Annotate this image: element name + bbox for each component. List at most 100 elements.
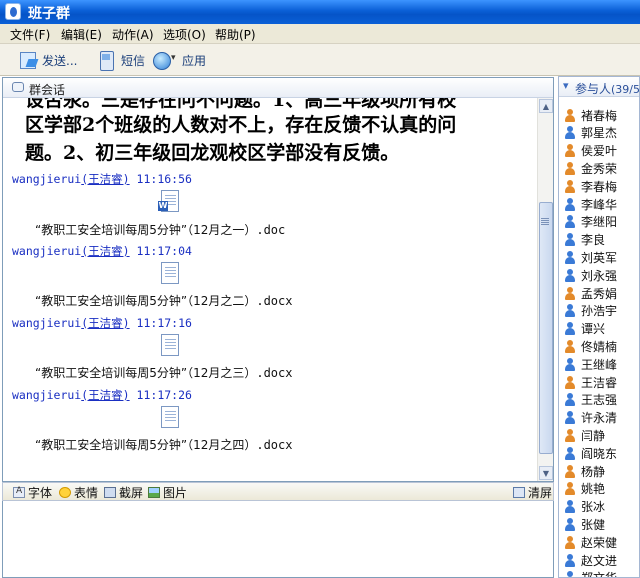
participant-item[interactable]: 刘永强 <box>565 266 617 284</box>
participants-header[interactable]: ▾ 参与人(39/5 <box>559 77 639 97</box>
title-bar: 班子群 <box>0 0 640 24</box>
scroll-down-arrow-icon[interactable]: ▼ <box>539 466 553 480</box>
screenshot-icon <box>104 486 116 498</box>
word-file-icon[interactable]: W <box>158 190 182 214</box>
font-button[interactable]: 字体 <box>13 484 52 500</box>
participant-item[interactable]: 谭兴 <box>565 320 605 338</box>
participant-item[interactable]: 孙浩宇 <box>565 302 617 320</box>
participant-name: 谭兴 <box>581 322 606 337</box>
participant-item[interactable]: 李春梅 <box>565 177 617 195</box>
app-button[interactable]: 应用 <box>152 48 206 72</box>
message-time: 11:17:04 <box>136 244 192 258</box>
collapse-caret-icon[interactable]: ▾ <box>563 79 569 92</box>
participant-item[interactable]: 王继峰 <box>565 355 617 373</box>
participant-item[interactable]: 李良 <box>565 231 605 249</box>
screenshot-button[interactable]: 截屏 <box>104 484 143 500</box>
menu-file[interactable]: 文件(F) <box>7 26 53 43</box>
sender-name-link[interactable]: (王洁睿) <box>81 172 129 186</box>
sender-name-link[interactable]: (王洁睿) <box>81 244 129 258</box>
participant-name: 王志强 <box>581 393 618 408</box>
message-history[interactable]: 设否汞。三是存在问不问题。1、高三年级项所有校 区学部2个班级的人数对不上，存在… <box>3 98 538 481</box>
emoji-button[interactable]: 表情 <box>59 484 98 500</box>
message-text-line: 题。2、初三年级回龙观校区学部没有反馈。 <box>25 142 400 164</box>
participant-item[interactable]: 王洁睿 <box>565 373 617 391</box>
participant-name: 许永清 <box>581 411 618 426</box>
user-icon <box>565 535 575 549</box>
participant-item[interactable]: 郑文华 <box>565 569 617 577</box>
chat-bubble-icon <box>12 82 24 92</box>
user-icon <box>565 268 575 282</box>
message-text-line: 区学部2个班级的人数对不上，存在反馈不认真的问 <box>25 114 457 136</box>
scroll-thumb[interactable] <box>539 202 553 454</box>
app-icon[interactable] <box>5 3 21 20</box>
file-name-link[interactable]: “教职工安全培训每周5分钟”（12月之二）.docx <box>35 292 292 309</box>
participant-item[interactable]: 张冰 <box>565 498 605 516</box>
participant-name: 刘永强 <box>581 268 618 283</box>
participant-name: 郭星杰 <box>581 126 618 141</box>
menu-help[interactable]: 帮助(P) <box>212 26 259 43</box>
clear-screen-button[interactable]: 清屏 <box>513 484 552 500</box>
participant-item[interactable]: 许永清 <box>565 409 617 427</box>
participant-item[interactable]: 李峰华 <box>565 195 617 213</box>
participant-item[interactable]: 杨静 <box>565 462 605 480</box>
send-file-button[interactable]: 发送... <box>18 48 77 72</box>
participant-item[interactable]: 孟秀娟 <box>565 284 617 302</box>
menu-action[interactable]: 动作(A) <box>109 26 157 43</box>
participant-name: 金秀荣 <box>581 161 618 176</box>
user-icon <box>565 393 575 407</box>
picture-button[interactable]: 图片 <box>148 484 187 500</box>
participant-item[interactable]: 刘英军 <box>565 248 617 266</box>
chat-scrollbar[interactable]: ▲ ▼ <box>537 98 553 481</box>
sender-name-link[interactable]: (王洁睿) <box>81 388 129 402</box>
user-icon <box>565 553 575 567</box>
file-name-link[interactable]: “教职工安全培训每周5分钟”（12月之三）.docx <box>35 364 292 381</box>
participant-item[interactable]: 金秀荣 <box>565 159 617 177</box>
user-icon <box>565 357 575 371</box>
participant-item[interactable]: 闫静 <box>565 426 605 444</box>
participant-name: 阎晓东 <box>581 446 618 461</box>
picture-icon <box>148 486 160 498</box>
participant-item[interactable]: 王志强 <box>565 391 617 409</box>
scroll-grip-icon <box>541 218 549 219</box>
message-header: wangjierui(王洁睿) 11:17:16 <box>12 315 192 331</box>
file-name-link[interactable]: “教职工安全培训每周5分钟”（12月之一）.doc <box>35 221 285 238</box>
user-icon <box>565 179 575 193</box>
app-label: 应用 <box>182 53 207 68</box>
clear-screen-label: 清屏 <box>528 485 553 500</box>
user-icon <box>565 500 575 514</box>
message-time: 11:16:56 <box>136 172 192 186</box>
word-file-icon[interactable] <box>158 262 182 286</box>
participant-item[interactable]: 侯爱叶 <box>565 142 617 160</box>
participant-name: 孙浩宇 <box>581 304 618 319</box>
participants-count: (39/5 <box>611 83 640 96</box>
participant-item[interactable]: 郭星杰 <box>565 124 617 142</box>
participant-item[interactable]: 李继阳 <box>565 213 617 231</box>
sender-id: wangjierui <box>12 388 82 402</box>
participant-item[interactable]: 褚春梅 <box>565 106 617 124</box>
participant-item[interactable]: 张健 <box>565 515 605 533</box>
sms-button[interactable]: 短信 <box>97 48 145 72</box>
user-icon <box>565 215 575 229</box>
word-file-icon[interactable] <box>158 334 182 358</box>
sender-name-link[interactable]: (王洁睿) <box>81 316 129 330</box>
user-icon <box>565 144 575 158</box>
menu-bar: 文件(F) 编辑(E) 动作(A) 选项(O) 帮助(P) <box>0 24 640 44</box>
participant-name: 赵荣健 <box>581 535 618 550</box>
word-file-icon[interactable] <box>158 406 182 430</box>
file-name-link[interactable]: “教职工安全培训每周5分钟”（12月之四）.docx <box>35 436 292 453</box>
picture-label: 图片 <box>163 485 188 500</box>
menu-options[interactable]: 选项(O) <box>160 26 209 43</box>
font-icon <box>13 486 25 498</box>
participant-item[interactable]: 阎晓东 <box>565 444 617 462</box>
scroll-up-arrow-icon[interactable]: ▲ <box>539 99 553 113</box>
participant-name: 佟婧楠 <box>581 339 618 354</box>
participant-item[interactable]: 佟婧楠 <box>565 337 617 355</box>
participant-item[interactable]: 赵荣健 <box>565 533 617 551</box>
menu-edit[interactable]: 编辑(E) <box>58 26 105 43</box>
send-file-icon <box>18 51 38 69</box>
window-title: 班子群 <box>28 6 70 22</box>
sms-label: 短信 <box>121 53 146 68</box>
participant-item[interactable]: 姚艳 <box>565 480 605 498</box>
message-input[interactable] <box>2 501 554 578</box>
participant-item[interactable]: 赵文进 <box>565 551 617 569</box>
